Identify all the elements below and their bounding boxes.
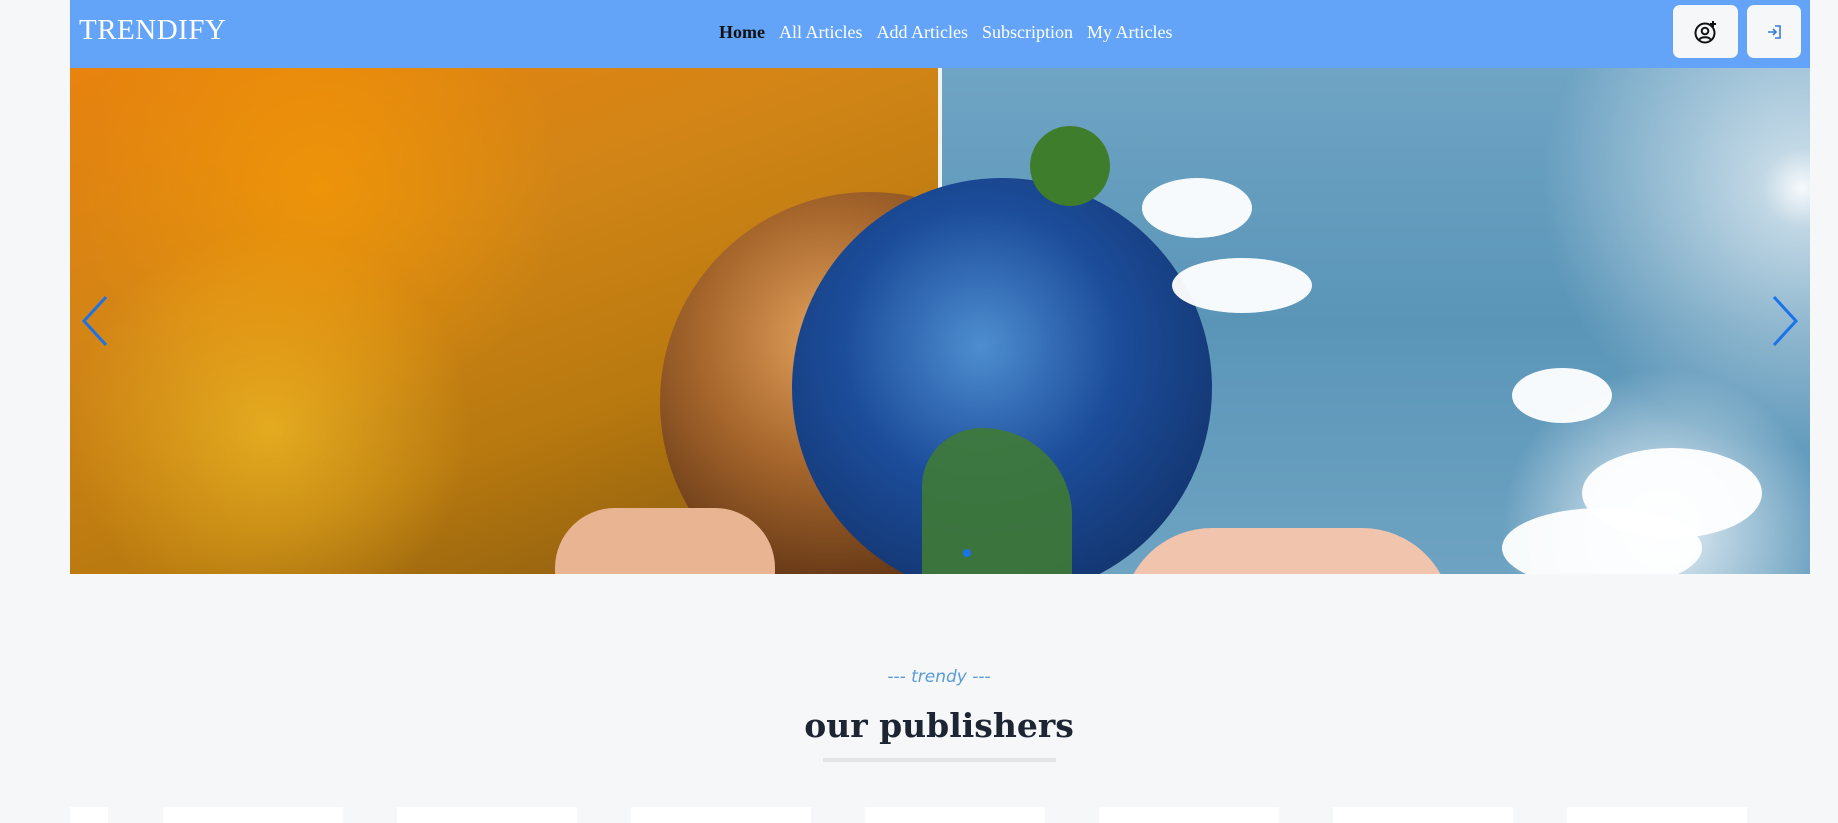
login-icon <box>1768 24 1781 39</box>
carousel-prev-button[interactable] <box>75 286 115 356</box>
hand <box>1122 528 1452 574</box>
section-title-underline <box>823 758 1056 762</box>
section-tagline: --- trendy --- <box>887 667 991 687</box>
hero-carousel <box>70 68 1810 574</box>
publisher-card[interactable] <box>1567 807 1747 823</box>
navbar: TRENDIFY Home All Articles Add Articles … <box>70 0 1810 68</box>
hand <box>555 508 775 574</box>
cloud <box>1142 178 1252 238</box>
carousel-indicator-dot[interactable] <box>963 549 971 557</box>
publisher-card[interactable] <box>865 807 1045 823</box>
publisher-card[interactable] <box>397 807 577 823</box>
chevron-right-icon <box>1772 295 1799 347</box>
chevron-left-icon <box>81 295 108 347</box>
hero-image-healthy-earth <box>792 68 1810 574</box>
publisher-card[interactable] <box>631 807 811 823</box>
cloud <box>1172 258 1312 313</box>
publisher-card[interactable] <box>1333 807 1513 823</box>
publisher-card[interactable] <box>70 807 108 823</box>
brand-logo[interactable]: TRENDIFY <box>79 14 226 47</box>
carousel-next-button[interactable] <box>1765 286 1805 356</box>
login-button[interactable] <box>1747 5 1801 58</box>
nav-home[interactable]: Home <box>719 22 765 43</box>
main-nav: Home All Articles Add Articles Subscript… <box>719 22 1173 43</box>
nav-all-articles[interactable]: All Articles <box>779 22 863 43</box>
section-title: our publishers <box>804 706 1074 745</box>
cloud <box>1512 368 1612 423</box>
publisher-card[interactable] <box>1099 807 1279 823</box>
publisher-card[interactable] <box>163 807 343 823</box>
nav-add-articles[interactable]: Add Articles <box>876 22 968 43</box>
tree <box>1030 126 1110 206</box>
nav-my-articles[interactable]: My Articles <box>1087 22 1173 43</box>
user-plus-icon <box>1694 20 1716 43</box>
nav-subscription[interactable]: Subscription <box>982 22 1073 43</box>
register-button[interactable] <box>1673 5 1738 58</box>
